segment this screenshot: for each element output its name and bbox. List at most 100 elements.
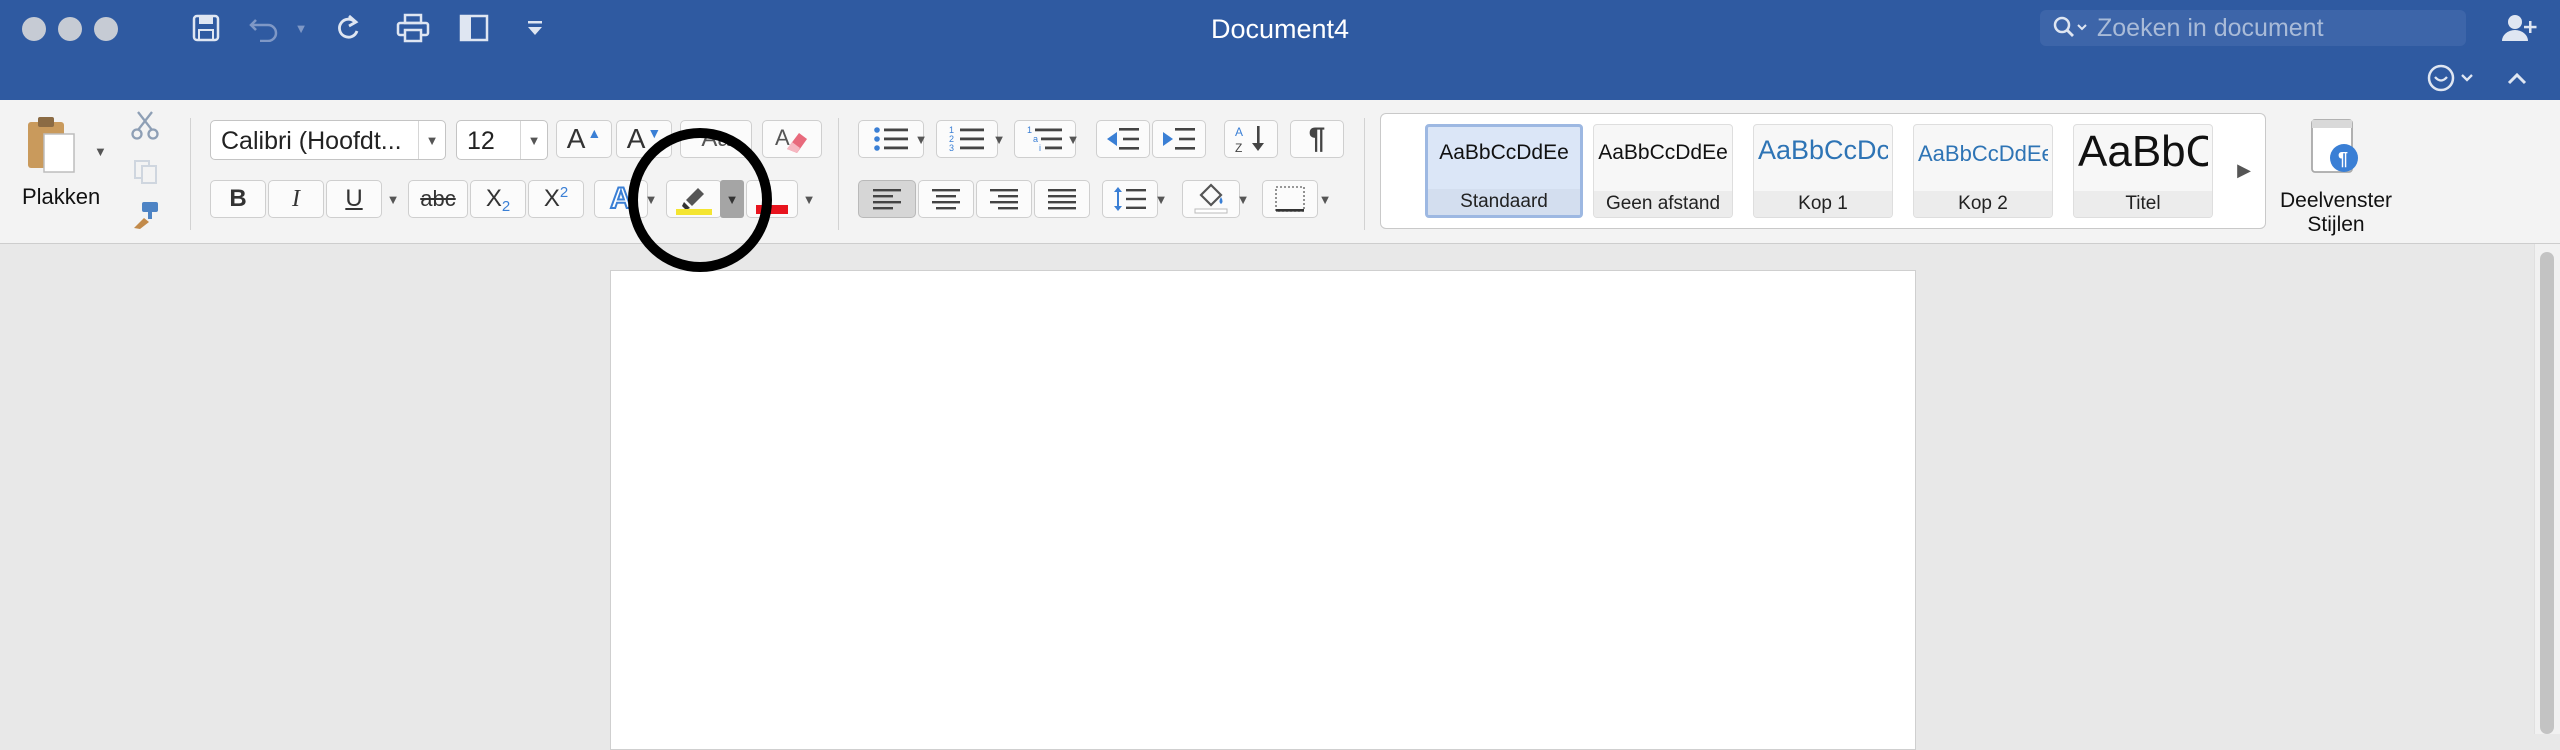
decrease-indent-icon — [1107, 128, 1139, 150]
style-preview: AaBbC — [2078, 127, 2208, 176]
svg-text:a: a — [1033, 134, 1038, 144]
style-preview: AaBbCcDdEe — [1918, 141, 2048, 166]
borders-button[interactable] — [1262, 180, 1318, 218]
align-left-icon — [873, 189, 901, 210]
svg-text:Z: Z — [1235, 141, 1242, 155]
font-name-dropdown[interactable]: Calibri (Hoofdt... ▼ — [210, 120, 446, 160]
shrink-font-button[interactable]: A ▼ — [616, 120, 672, 158]
style-titel[interactable]: AaBbC Titel — [2073, 124, 2213, 218]
search-icon — [2052, 15, 2092, 46]
subscript-mark: 2 — [501, 197, 511, 215]
paint-bucket-icon — [1194, 183, 1228, 214]
share-person-icon[interactable] — [2496, 8, 2542, 48]
subscript-button[interactable]: X2 — [470, 180, 526, 218]
chevron-down-icon: ▼ — [520, 121, 547, 159]
style-preview: AaBbCcDdEe — [1439, 141, 1569, 164]
cut-icon[interactable] — [130, 110, 164, 142]
grow-font-button[interactable]: A ▲ — [556, 120, 612, 158]
svg-text:i: i — [1039, 143, 1041, 153]
align-left-button[interactable] — [858, 180, 916, 218]
strikethrough-button[interactable]: abc — [408, 180, 468, 218]
styles-pane-label: Deelvenster — [2279, 189, 2393, 212]
styles-pane-button[interactable]: ¶ Deelvenster Stijlen — [2274, 114, 2398, 238]
collapse-ribbon-icon[interactable] — [2500, 58, 2534, 98]
highlight-color-button[interactable] — [666, 180, 722, 218]
change-case-button[interactable]: Aa — [680, 120, 752, 158]
copy-icon[interactable] — [132, 158, 162, 188]
pilcrow-glyph: ¶ — [1308, 122, 1326, 155]
underline-button[interactable]: U — [326, 180, 382, 218]
font-color-dropdown[interactable]: ▼ — [798, 180, 820, 218]
italic-button[interactable]: I — [268, 180, 324, 218]
decrease-indent-button[interactable] — [1096, 120, 1150, 158]
svg-text:3: 3 — [949, 143, 954, 153]
paste-dropdown-icon[interactable]: ▼ — [94, 144, 107, 159]
increase-indent-icon — [1163, 128, 1195, 150]
svg-text:A: A — [775, 125, 790, 150]
show-formatting-button[interactable]: ¶ — [1290, 120, 1344, 158]
borders-icon — [1275, 186, 1305, 212]
search-placeholder: Zoeken in document — [2097, 14, 2324, 42]
separator — [1364, 118, 1365, 230]
scrollbar-thumb[interactable] — [2540, 252, 2554, 734]
style-label: Geen afstand — [1594, 191, 1732, 217]
superscript-button[interactable]: X2 — [528, 180, 584, 218]
feedback-icon[interactable] — [2424, 58, 2480, 98]
font-color-button[interactable] — [746, 180, 798, 218]
text-effects-glyph: A — [609, 181, 633, 216]
font-color-glyph — [754, 182, 790, 216]
svg-text:A: A — [1235, 125, 1243, 139]
underline-dropdown[interactable]: ▼ — [382, 180, 404, 218]
separator — [838, 118, 839, 230]
styles-gallery: AaBbCcDdEe Standaard AaBbCcDdEe Geen afs… — [1380, 113, 2266, 229]
borders-dropdown[interactable]: ▼ — [1314, 180, 1336, 218]
grow-font-glyph: A — [566, 123, 586, 154]
align-right-button[interactable] — [976, 180, 1032, 218]
font-size-value: 12 — [467, 127, 495, 155]
sort-button[interactable]: AZ — [1224, 120, 1278, 158]
bold-button[interactable]: B — [210, 180, 266, 218]
vertical-scrollbar[interactable] — [2534, 244, 2560, 734]
justify-button[interactable] — [1034, 180, 1090, 218]
clipboard-icon — [24, 114, 80, 181]
font-name-value: Calibri (Hoofdt... — [221, 127, 402, 155]
gallery-next-icon[interactable]: ▶ — [2231, 152, 2257, 188]
document-canvas — [0, 244, 2560, 750]
multilevel-list-dropdown[interactable]: ▼ — [1062, 120, 1084, 158]
increase-indent-button[interactable] — [1152, 120, 1206, 158]
style-preview: AaBbCcDdEe — [1598, 141, 1728, 164]
line-spacing-icon — [1114, 187, 1146, 211]
paste-button[interactable]: ▼ Plakken — [16, 112, 110, 218]
svg-text:¶: ¶ — [2338, 149, 2348, 169]
grow-arrow-icon: ▲ — [587, 125, 602, 141]
style-geen-afstand[interactable]: AaBbCcDdEe Geen afstand — [1593, 124, 1733, 218]
style-preview: AaBbCcDc — [1758, 135, 1888, 165]
bold-glyph: B — [229, 185, 247, 212]
shading-dropdown[interactable]: ▼ — [1232, 180, 1254, 218]
font-size-dropdown[interactable]: 12 ▼ — [456, 120, 548, 160]
align-center-button[interactable] — [918, 180, 974, 218]
document-page[interactable] — [610, 270, 1916, 750]
clear-formatting-button[interactable]: A — [762, 120, 822, 158]
style-label: Kop 2 — [1914, 191, 2052, 217]
superscript-mark: 2 — [559, 183, 569, 201]
bullets-dropdown[interactable]: ▼ — [910, 120, 932, 158]
style-label: Kop 1 — [1754, 191, 1892, 217]
format-painter-icon[interactable] — [130, 200, 164, 234]
font-color-bar — [756, 205, 788, 214]
style-kop-2[interactable]: AaBbCcDdEe Kop 2 — [1913, 124, 2053, 218]
search-field[interactable]: Zoeken in document — [2040, 10, 2466, 46]
text-effects-dropdown[interactable]: ▼ — [640, 180, 662, 218]
styles-pane-label: Stijlen — [2307, 213, 2365, 236]
eraser-icon: A — [775, 125, 807, 153]
style-standaard[interactable]: AaBbCcDdEe Standaard — [1425, 124, 1583, 218]
title-bar: ▼ Document4 Zoeken in document — [0, 0, 2560, 100]
numbering-dropdown[interactable]: ▼ — [988, 120, 1010, 158]
line-spacing-dropdown[interactable]: ▼ — [1150, 180, 1172, 218]
style-kop-1[interactable]: AaBbCcDc Kop 1 — [1753, 124, 1893, 218]
highlight-color-dropdown[interactable]: ▼ — [720, 180, 744, 218]
shrink-font-glyph: A — [626, 123, 646, 154]
multilevel-list-icon: 1ai — [1027, 125, 1062, 153]
align-center-icon — [932, 189, 960, 210]
svg-text:1: 1 — [1027, 125, 1032, 135]
